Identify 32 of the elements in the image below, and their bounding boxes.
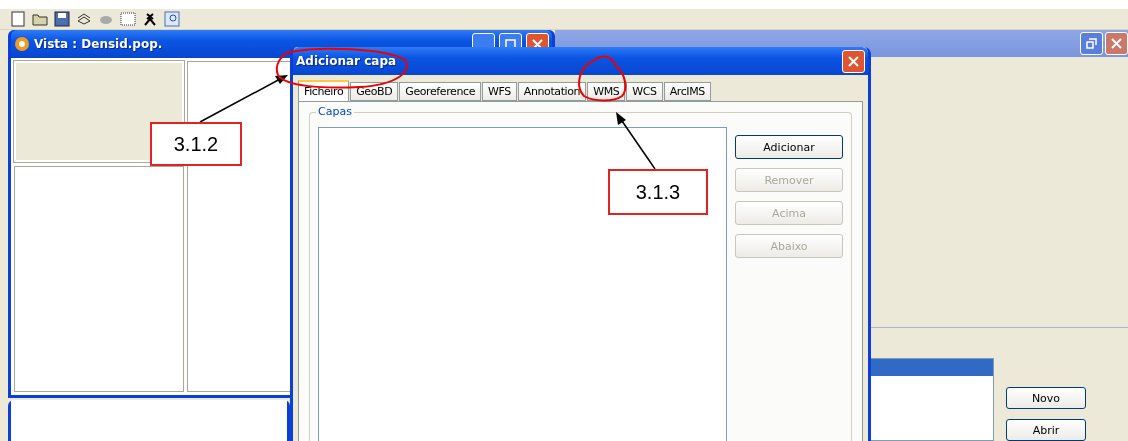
restore-button[interactable] [1080, 32, 1103, 55]
tab[interactable]: WFS [482, 82, 517, 101]
save-icon[interactable] [54, 11, 70, 27]
open-folder-icon[interactable] [32, 11, 48, 27]
close-button[interactable] [842, 49, 865, 73]
close-button[interactable] [1105, 32, 1128, 55]
zoom-icon[interactable] [164, 11, 180, 27]
dialog-button[interactable]: Abrir [1006, 419, 1086, 441]
maximize-icon [505, 38, 516, 50]
dialog-button[interactable]: Novo [1006, 387, 1086, 409]
tab[interactable]: Ficheiro [298, 80, 350, 101]
layers-icon[interactable] [76, 11, 92, 27]
window-title: Vista : Densid.pop. [34, 37, 164, 51]
tab[interactable]: Annotation [517, 82, 587, 101]
tab[interactable]: Georeference [399, 82, 482, 101]
group-label: Capas [316, 105, 354, 118]
dialog-title: Adicionar capa [296, 54, 398, 68]
pin-icon[interactable] [142, 11, 158, 27]
tab[interactable]: WCS [626, 82, 663, 101]
dialog-button[interactable]: Adicionar [735, 135, 843, 159]
new-document-icon[interactable] [10, 11, 26, 27]
close-icon [848, 55, 859, 67]
restore-icon [1086, 38, 1097, 49]
grid-icon[interactable] [120, 11, 136, 27]
close-icon [532, 38, 543, 50]
arrow [616, 112, 656, 170]
close-icon [1111, 38, 1122, 49]
callout-label: 3.1.3 [608, 169, 708, 215]
tab[interactable]: GeoBD [350, 82, 399, 101]
globe-icon [14, 36, 30, 52]
tab[interactable]: ArcIMS [663, 82, 711, 101]
callout-label: 3.1.2 [150, 122, 242, 166]
